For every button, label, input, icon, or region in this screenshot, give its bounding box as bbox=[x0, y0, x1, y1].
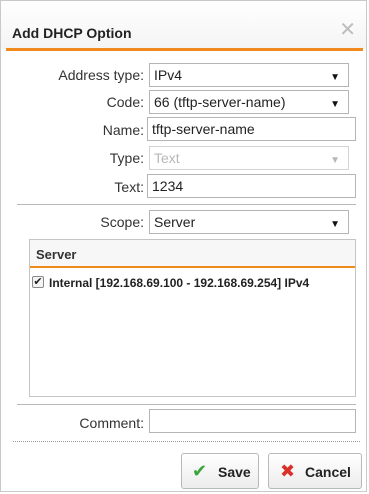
chevron-down-icon: ▼ bbox=[330, 219, 340, 230]
cancel-button-label: Cancel bbox=[305, 464, 351, 480]
comment-label: Comment: bbox=[79, 415, 144, 431]
server-list-header: Server bbox=[30, 240, 355, 268]
name-label: Name: bbox=[102, 122, 144, 138]
name-value: tftp-server-name bbox=[152, 121, 255, 137]
save-button-label: Save bbox=[218, 464, 251, 480]
scope-value: Server bbox=[154, 214, 196, 230]
chevron-down-icon: ▼ bbox=[330, 155, 340, 166]
scope-label: Scope: bbox=[100, 214, 144, 230]
code-select[interactable]: 66 (tftp-server-name) ▼ bbox=[149, 90, 349, 114]
server-item-label: Internal [192.168.69.100 - 192.168.69.25… bbox=[49, 276, 310, 290]
server-checkbox[interactable]: ✔ bbox=[32, 276, 44, 288]
address-type-label: Address type: bbox=[58, 67, 144, 83]
address-type-value: IPv4 bbox=[154, 67, 183, 83]
add-dhcp-option-dialog: Add DHCP Option ✕ Address type: IPv4 ▼ C… bbox=[0, 0, 367, 492]
divider bbox=[17, 404, 356, 405]
dialog-title: Add DHCP Option bbox=[12, 25, 132, 41]
check-icon: ✔ bbox=[192, 461, 208, 481]
chevron-down-icon: ▼ bbox=[330, 99, 340, 110]
text-label: Text: bbox=[114, 179, 144, 195]
close-icon[interactable]: ✕ bbox=[339, 20, 356, 40]
save-button[interactable]: ✔ Save bbox=[181, 453, 259, 489]
comment-input[interactable] bbox=[149, 409, 356, 433]
address-type-select[interactable]: IPv4 ▼ bbox=[149, 63, 349, 87]
cancel-button[interactable]: ✖ Cancel bbox=[268, 453, 362, 489]
text-input[interactable]: 1234 bbox=[147, 174, 356, 198]
chevron-down-icon: ▼ bbox=[330, 72, 340, 83]
list-item[interactable]: ✔ Internal [192.168.69.100 - 192.168.69.… bbox=[30, 273, 355, 295]
divider bbox=[17, 204, 356, 205]
code-value: 66 (tftp-server-name) bbox=[154, 94, 286, 110]
title-accent-bar bbox=[6, 48, 363, 51]
scope-select[interactable]: Server ▼ bbox=[149, 210, 349, 234]
name-input[interactable]: tftp-server-name bbox=[147, 117, 356, 141]
server-list: Server ✔ Internal [192.168.69.100 - 192.… bbox=[29, 239, 356, 397]
type-select: Text ▼ bbox=[149, 146, 349, 170]
text-value: 1234 bbox=[152, 178, 184, 194]
server-list-header-label: Server bbox=[36, 247, 77, 262]
code-label: Code: bbox=[106, 94, 144, 110]
type-label: Type: bbox=[109, 150, 144, 166]
x-icon: ✖ bbox=[280, 461, 296, 481]
dialog-titlebar: Add DHCP Option ✕ bbox=[1, 1, 366, 49]
footer-separator bbox=[13, 441, 360, 442]
type-value: Text bbox=[154, 150, 180, 166]
